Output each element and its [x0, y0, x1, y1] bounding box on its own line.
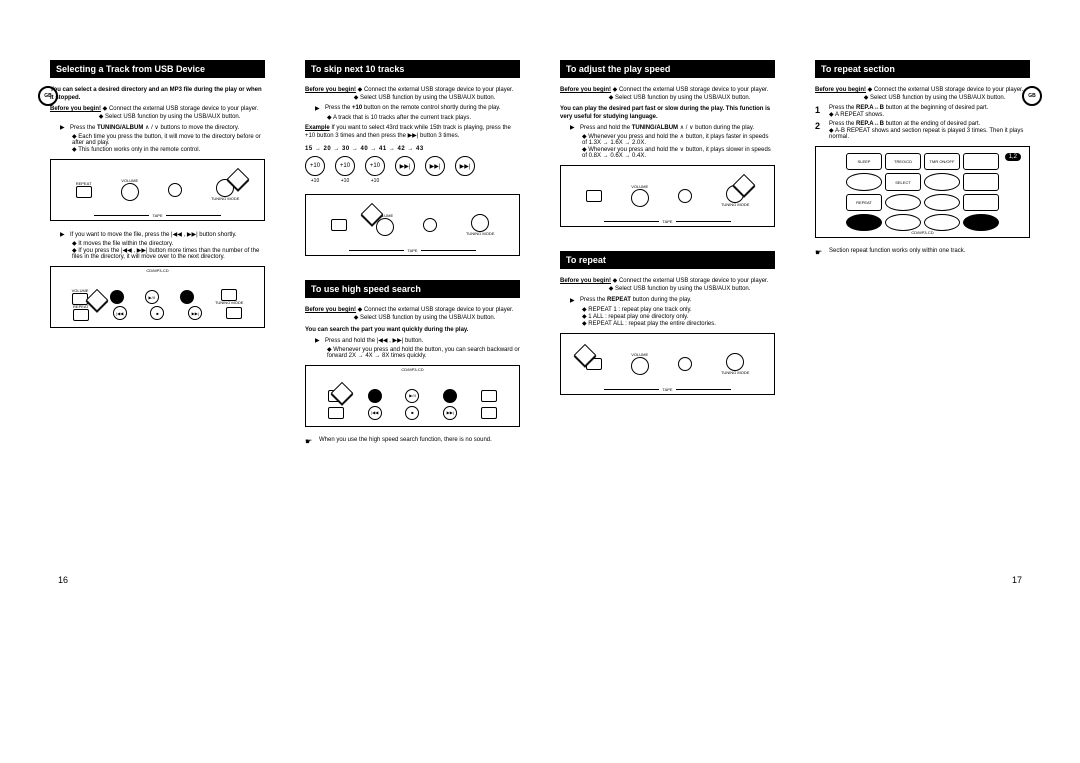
- note-b2: If you press the |◀◀ , ▶▶| button more t…: [72, 248, 259, 260]
- step-badge: 1,2: [1005, 153, 1021, 161]
- sec-title-skip10: To skip next 10 tracks: [305, 60, 520, 78]
- sec-title-repeat-section: To repeat section: [815, 60, 1030, 78]
- before-1: Connect the external USB storage device …: [109, 106, 258, 112]
- before-2: Select USB function by using the USB/AUX…: [105, 114, 240, 120]
- col-3: To adjust the play speed Before you begi…: [560, 60, 775, 446]
- col-4: To repeat section Before you begin! ◆ Co…: [815, 60, 1030, 446]
- step-b2: This function works only in the remote c…: [72, 147, 200, 153]
- foot-text: Section repeat function works only withi…: [829, 248, 965, 257]
- before-label: Before you begin!: [50, 106, 101, 112]
- note-text: If you want to move the file, press the …: [70, 231, 265, 238]
- device-diagram-3: VOLUME TUNING MODE TAPE: [305, 194, 520, 256]
- sec-title-highspeed: To use high speed search: [305, 280, 520, 298]
- intro-text: You can select a desired directory and a…: [50, 87, 262, 101]
- step-b1: Each time you press the button, it will …: [72, 134, 261, 146]
- note-icon: ☛: [305, 437, 319, 446]
- col-2: To skip next 10 tracks Before you begin!…: [305, 60, 520, 446]
- note-mark: ▶: [60, 231, 70, 238]
- col-1: Selecting a Track from USB Device You ca…: [50, 60, 265, 446]
- step-1-num: 1: [815, 105, 829, 118]
- page-spread: Selecting a Track from USB Device You ca…: [50, 60, 1030, 446]
- foot-text: When you use the high speed search funct…: [319, 437, 492, 446]
- device-diagram-5: VOLUME TUNING MODE TAPE: [560, 165, 775, 227]
- page-number-left: 16: [58, 575, 68, 585]
- step-text: Press the TUNING/ALBUM ∧ / ∨ buttons to …: [70, 124, 265, 131]
- remote-diagram: 1,2 SLEEP TREO/CD TMR ON/OFF SELECT REPE…: [815, 146, 1030, 238]
- step-2-num: 2: [815, 121, 829, 140]
- sec-title-playspeed: To adjust the play speed: [560, 60, 775, 78]
- sec-title-select-track: Selecting a Track from USB Device: [50, 60, 265, 78]
- device-diagram-2: CD/MP3-CD VOLUME ▶/II TUNING MODE REPEAT…: [50, 266, 265, 328]
- device-diagram-1: REPEAT VOLUME TUNING MODE TAPE: [50, 159, 265, 221]
- step-mark: ▶: [60, 124, 70, 131]
- device-diagram-6: VOLUME TUNING MODE TAPE: [560, 333, 775, 395]
- page-number-right: 17: [1012, 575, 1022, 585]
- sec-title-repeat: To repeat: [560, 251, 775, 269]
- button-sequence-row: +10+10 +10+10 +10+10 ▶▶| ▶▶| ▶▶|: [305, 156, 520, 184]
- note-icon: ☛: [815, 248, 829, 257]
- skip-sequence: 15 → 20 → 30 → 40 → 41 → 42 → 43: [305, 146, 520, 152]
- device-diagram-4: CD/MP3-CD ▶/II |◀◀ ■ ▶▶|: [305, 365, 520, 427]
